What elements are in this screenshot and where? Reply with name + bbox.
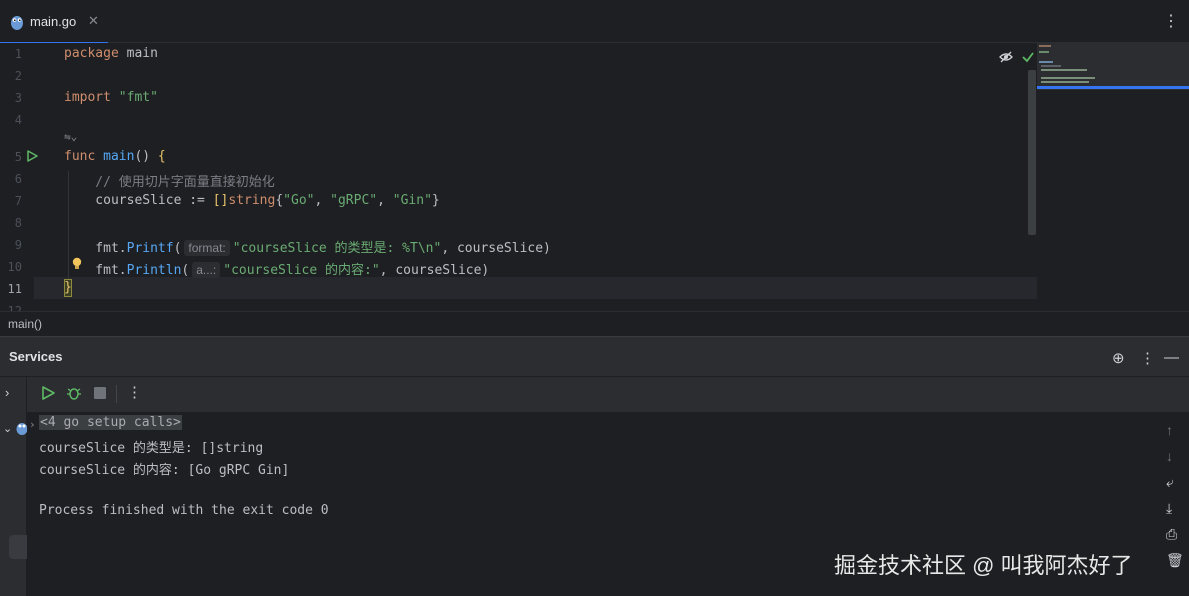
line-gutter: 1 2 3 4 5 6 7 8 9 10 11 12 bbox=[0, 43, 56, 311]
line-number: 12 bbox=[7, 304, 22, 311]
reader-mode-eye-icon[interactable] bbox=[999, 50, 1013, 64]
print-icon[interactable]: ⎙ bbox=[1166, 526, 1177, 543]
code-line-11: } bbox=[64, 280, 72, 295]
lightbulb-icon[interactable] bbox=[72, 257, 82, 271]
editor-scrollbar[interactable] bbox=[1028, 70, 1036, 235]
breadcrumb[interactable]: main() bbox=[8, 317, 42, 331]
line-number: 5 bbox=[14, 150, 22, 164]
go-gopher-icon bbox=[11, 16, 23, 30]
line-number: 3 bbox=[14, 91, 22, 105]
console-line-setup[interactable]: <4 go setup calls> bbox=[39, 415, 182, 430]
line-number: 11 bbox=[7, 282, 22, 296]
inspection-ok-check-icon[interactable] bbox=[1021, 50, 1035, 64]
console-line: Process finished with the exit code 0 bbox=[39, 503, 329, 518]
code-line-7: courseSlice := []string{"Go", "gRPC", "G… bbox=[64, 193, 440, 208]
tab-label: main.go bbox=[30, 14, 77, 29]
minimap-current-line bbox=[1037, 86, 1189, 89]
console-line: courseSlice 的内容: [Go gRPC Gin] bbox=[39, 463, 290, 478]
code-line-6: // 使用切片字面量直接初始化 bbox=[64, 175, 275, 190]
chevron-down-icon[interactable]: ⌄ bbox=[3, 422, 12, 435]
line-number: 9 bbox=[14, 238, 22, 252]
scroll-to-end-icon[interactable]: ⤓ bbox=[1166, 500, 1172, 517]
code-line-9: fmt.Printf(format: "courseSlice 的类型是: %T\… bbox=[64, 240, 551, 256]
arrow-up-icon[interactable]: ↑ bbox=[1166, 422, 1173, 438]
minimize-icon[interactable]: — bbox=[1164, 349, 1179, 366]
tab-main-go[interactable]: main.go ✕ bbox=[0, 0, 108, 44]
close-icon[interactable]: ✕ bbox=[88, 13, 99, 29]
toolbar-divider bbox=[116, 385, 117, 403]
inlay-settings-icon[interactable]: ⇋⌄ bbox=[64, 130, 77, 143]
console-line: courseSlice 的类型是: []string bbox=[39, 441, 264, 456]
breadcrumb-bar: main() bbox=[0, 311, 1189, 336]
line-number: 10 bbox=[7, 260, 22, 274]
current-line-highlight bbox=[34, 277, 1039, 299]
parameter-hint: a...: bbox=[192, 262, 221, 278]
code-line-5: func main() { bbox=[64, 149, 166, 164]
services-tree: › ⌄ bbox=[0, 377, 28, 596]
chevron-right-icon[interactable]: › bbox=[29, 418, 36, 431]
code-minimap[interactable] bbox=[1037, 43, 1189, 311]
line-number: 2 bbox=[14, 69, 22, 83]
code-line-1: package main bbox=[64, 46, 158, 61]
editor-tab-bar: main.go ✕ ⋮ bbox=[0, 0, 1189, 44]
rerun-icon[interactable] bbox=[40, 385, 56, 401]
code-line-10: fmt.Println(a...: "courseSlice 的内容:", cou… bbox=[64, 262, 490, 278]
debug-icon[interactable] bbox=[66, 385, 82, 401]
more-options-icon[interactable]: ⋮ bbox=[127, 383, 142, 401]
chevron-right-icon[interactable]: › bbox=[5, 385, 9, 400]
run-icon[interactable] bbox=[26, 150, 38, 162]
console-side-toolbar: ↑ ↓ ⤶ ⤓ ⎙ 🗑 bbox=[1157, 412, 1189, 596]
soft-wrap-icon[interactable]: ⤶ bbox=[1166, 474, 1174, 491]
panel-title: Services bbox=[9, 349, 63, 364]
crosshair-icon[interactable]: ⊕ bbox=[1112, 349, 1125, 367]
services-toolbar: ⋮ bbox=[27, 377, 1189, 412]
more-options-icon[interactable]: ⋮ bbox=[1140, 349, 1155, 367]
line-number: 7 bbox=[14, 194, 22, 208]
code-editor[interactable]: 1 2 3 4 5 6 7 8 9 10 11 12 package main … bbox=[0, 43, 1189, 311]
code-line-3: import "fmt" bbox=[64, 90, 158, 105]
watermark-text: 掘金技术社区 @ 叫我阿杰好了 bbox=[834, 553, 1133, 578]
line-number: 1 bbox=[14, 47, 22, 61]
services-header: Services ⊕ ⋮ — bbox=[0, 337, 1189, 377]
tree-item-selected[interactable] bbox=[9, 535, 27, 559]
line-number: 8 bbox=[14, 216, 22, 230]
line-number: 4 bbox=[14, 113, 22, 127]
parameter-hint: format: bbox=[184, 240, 230, 256]
services-panel: Services ⊕ ⋮ — › ⌄ ⋮ › <4 go setup calls… bbox=[0, 336, 1189, 596]
line-number: 6 bbox=[14, 172, 22, 186]
stop-icon[interactable] bbox=[92, 385, 108, 401]
trash-icon[interactable]: 🗑 bbox=[1166, 552, 1184, 569]
more-options-icon[interactable]: ⋮ bbox=[1163, 11, 1179, 31]
arrow-down-icon[interactable]: ↓ bbox=[1166, 448, 1173, 464]
